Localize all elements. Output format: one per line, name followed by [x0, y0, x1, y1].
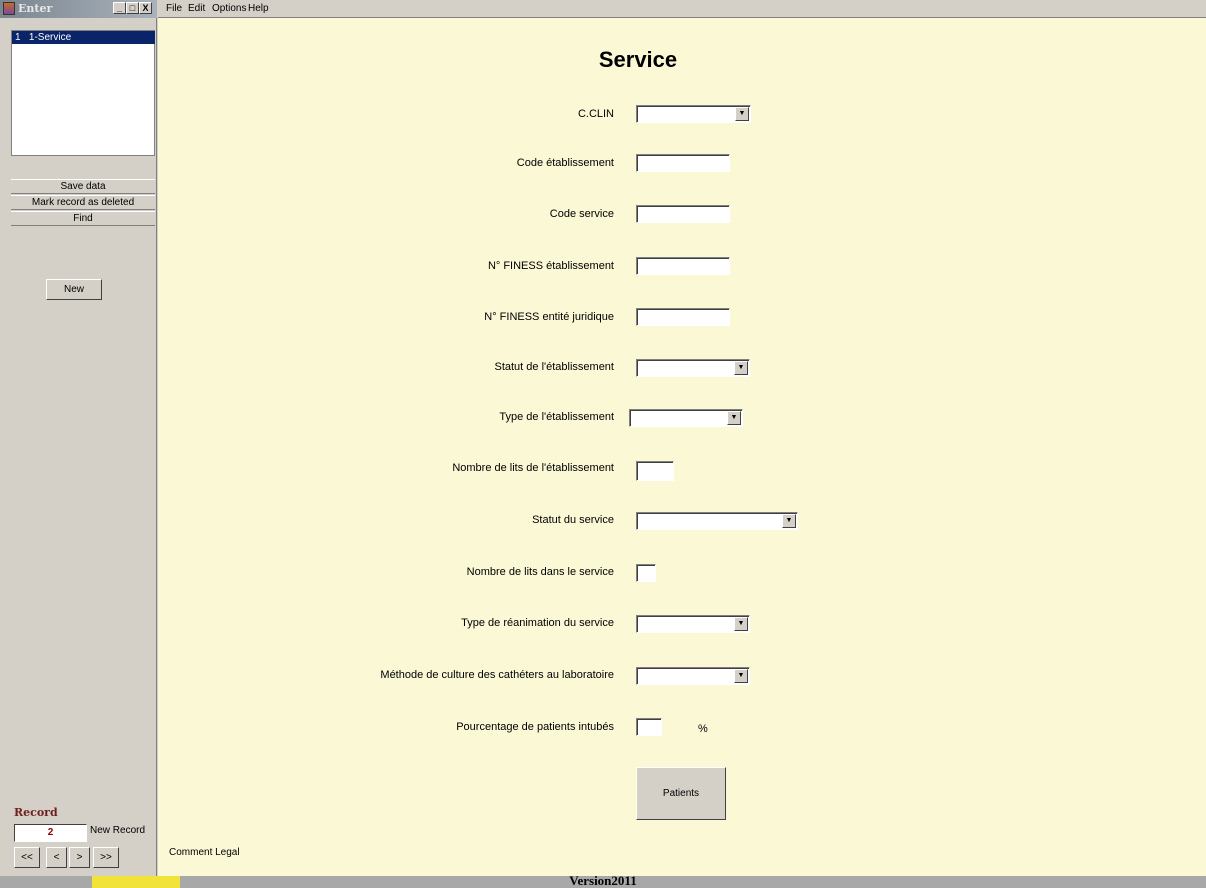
patients-button[interactable]: Patients [636, 767, 726, 820]
version-label: Version2011 [569, 873, 637, 888]
label-finess-etablissement: N° FINESS établissement [487, 260, 614, 272]
window-title: Enter [18, 2, 53, 15]
chevron-down-icon[interactable]: ▼ [727, 411, 741, 425]
window-titlebar[interactable]: Enter _ □ X [0, 0, 157, 18]
page-list[interactable]: 1 1-Service [11, 30, 155, 156]
statut-service-select[interactable]: ▼ [636, 512, 798, 530]
code-etablissement-field[interactable] [636, 154, 730, 172]
chevron-down-icon[interactable]: ▼ [735, 107, 749, 121]
previous-record-button[interactable]: < [46, 847, 67, 868]
navigation-panel: Enter _ □ X 1 1-Service Save data Mark r… [0, 0, 157, 876]
chevron-down-icon[interactable]: ▼ [734, 361, 748, 375]
label-methode-culture: Méthode de culture des cathéters au labo… [380, 669, 614, 681]
maximize-button[interactable]: □ [126, 2, 139, 14]
service-form: Service C.CLIN ▼ Code établissement Code… [158, 18, 1206, 876]
chevron-down-icon[interactable]: ▼ [734, 669, 748, 683]
cclin-select[interactable]: ▼ [636, 105, 751, 123]
label-nb-lits-service: Nombre de lits dans le service [466, 566, 614, 578]
percent-sign: % [698, 723, 708, 735]
menu-file[interactable]: File [166, 3, 182, 14]
new-button[interactable]: New [46, 279, 102, 300]
next-record-button[interactable]: > [69, 847, 90, 868]
mark-deleted-button[interactable]: Mark record as deleted [11, 195, 155, 210]
type-etablissement-select[interactable]: ▼ [629, 409, 743, 427]
statut-etablissement-select[interactable]: ▼ [636, 359, 750, 377]
last-record-button[interactable]: >> [93, 847, 119, 868]
type-reanimation-select[interactable]: ▼ [636, 615, 750, 633]
record-label: Record [14, 806, 58, 819]
first-record-button[interactable]: << [14, 847, 40, 868]
label-nb-lits-etablissement: Nombre de lits de l'établissement [452, 462, 614, 474]
finess-entite-field[interactable] [636, 308, 730, 326]
menu-bar: File Edit Options Help [158, 0, 1206, 18]
nb-lits-etablissement-field[interactable] [636, 461, 674, 481]
code-service-field[interactable] [636, 205, 730, 223]
minimize-button[interactable]: _ [113, 2, 126, 14]
chevron-down-icon[interactable]: ▼ [782, 514, 796, 528]
find-button[interactable]: Find [11, 211, 155, 226]
close-button[interactable]: X [139, 2, 152, 14]
chevron-down-icon[interactable]: ▼ [734, 617, 748, 631]
status-bar: Version2011 [0, 873, 1206, 888]
page-title: Service [598, 47, 678, 72]
menu-options[interactable]: Options [212, 3, 246, 14]
save-data-button[interactable]: Save data [11, 179, 155, 194]
finess-etablissement-field[interactable] [636, 257, 730, 275]
label-code-etablissement: Code établissement [516, 157, 614, 169]
label-pourcentage-intubes: Pourcentage de patients intubés [456, 721, 614, 733]
record-number-field[interactable]: 2 [14, 824, 87, 842]
record-status: New Record [90, 825, 146, 836]
pourcentage-intubes-field[interactable] [636, 718, 662, 736]
label-cclin: C.CLIN [577, 108, 614, 120]
label-type-reanimation: Type de réanimation du service [461, 617, 614, 629]
list-item[interactable]: 1 1-Service [12, 31, 155, 44]
label-finess-entite: N° FINESS entité juridique [484, 311, 614, 323]
menu-edit[interactable]: Edit [188, 3, 205, 14]
label-code-service: Code service [549, 208, 614, 220]
methode-culture-select[interactable]: ▼ [636, 667, 750, 685]
label-statut-etablissement: Statut de l'établissement [494, 361, 614, 373]
app-root: Enter _ □ X 1 1-Service Save data Mark r… [0, 0, 1206, 888]
comment-legal: Comment Legal [169, 847, 240, 858]
app-icon [3, 2, 15, 15]
nb-lits-service-field[interactable] [636, 564, 656, 582]
menu-help[interactable]: Help [248, 3, 269, 14]
label-statut-service: Statut du service [532, 514, 614, 526]
label-type-etablissement: Type de l'établissement [499, 411, 614, 423]
